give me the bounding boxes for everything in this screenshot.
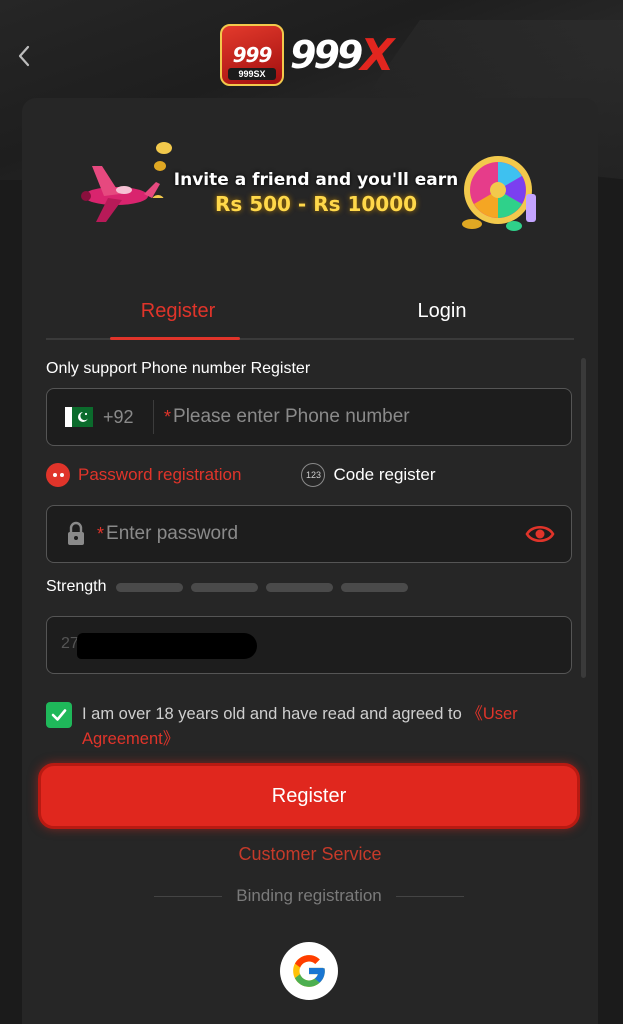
wordmark-accent: X <box>360 29 394 81</box>
agreement-row: I am over 18 years old and have read and… <box>46 702 566 752</box>
agreement-checkbox[interactable] <box>46 702 72 728</box>
redacted-field[interactable]: 27600 <box>46 616 572 674</box>
strength-segment <box>116 582 184 592</box>
logo-badge-text: 999 <box>232 43 273 67</box>
customer-service-link[interactable]: Customer Service <box>22 844 598 865</box>
mode-code-register[interactable]: 123 Code register <box>301 463 436 487</box>
wordmark-main: 999 <box>290 33 363 77</box>
logo-badge-subtext: 999SX <box>228 68 276 80</box>
register-button[interactable]: Register <box>38 763 580 829</box>
tab-login[interactable]: Login <box>310 284 574 338</box>
redaction-mark <box>77 633 257 659</box>
password-placeholder: Enter password <box>106 523 239 544</box>
banner-line1: Invite a friend and you'll earn <box>173 170 459 190</box>
pakistan-flag-icon <box>65 407 93 427</box>
password-mode-icon <box>46 463 70 487</box>
scrollbar[interactable] <box>581 358 586 678</box>
google-icon <box>293 955 325 987</box>
strength-segment <box>341 582 409 592</box>
banner-line2: Rs 500 - Rs 10000 <box>214 192 418 216</box>
brand-logo: 999 999SX 999 X <box>220 24 394 86</box>
agreement-statement: I am over 18 years old and have read and… <box>82 705 467 723</box>
password-field[interactable]: * Enter password <box>46 505 572 563</box>
auth-tabs: Register Login <box>46 284 574 340</box>
phone-placeholder: Please enter Phone number <box>173 406 410 427</box>
binding-label: Binding registration <box>236 886 382 905</box>
lock-icon <box>68 521 84 545</box>
required-mark: * <box>97 523 105 544</box>
binding-registration-divider: Binding registration <box>154 886 464 906</box>
prize-wheel-icon <box>462 156 536 231</box>
support-note: Only support Phone number Register <box>46 360 311 377</box>
invite-banner[interactable]: Invite a friend and you'll earn Rs 500 -… <box>74 138 544 238</box>
mode-code-label: Code register <box>333 465 436 484</box>
google-login-button[interactable] <box>280 942 338 1000</box>
mode-password-label: Password registration <box>78 465 242 484</box>
register-card: Invite a friend and you'll earn Rs 500 -… <box>22 98 598 1024</box>
eye-icon[interactable] <box>525 522 555 546</box>
phone-field[interactable]: +92 * Please enter Phone number <box>46 388 572 446</box>
strength-segment <box>191 582 259 592</box>
checkmark-icon <box>51 709 67 721</box>
banner-text: Invite a friend and you'll earn Rs 500 -… <box>166 170 466 216</box>
back-button[interactable] <box>10 38 38 74</box>
tab-register[interactable]: Register <box>46 284 310 340</box>
registration-modes: Password registration 123 Code register <box>46 460 572 490</box>
mode-password-registration[interactable]: Password registration <box>46 463 241 487</box>
chevron-left-icon <box>18 45 30 67</box>
country-code[interactable]: +92 <box>103 407 153 428</box>
logo-wordmark: 999 X <box>290 29 394 81</box>
field-divider <box>153 400 154 434</box>
logo-badge: 999 999SX <box>220 24 284 86</box>
strength-segment <box>266 582 334 592</box>
agreement-text: I am over 18 years old and have read and… <box>82 702 566 752</box>
strength-label: Strength <box>46 578 107 595</box>
password-strength: Strength <box>46 578 409 596</box>
code-123-icon: 123 <box>301 463 326 487</box>
required-mark: * <box>164 406 172 427</box>
